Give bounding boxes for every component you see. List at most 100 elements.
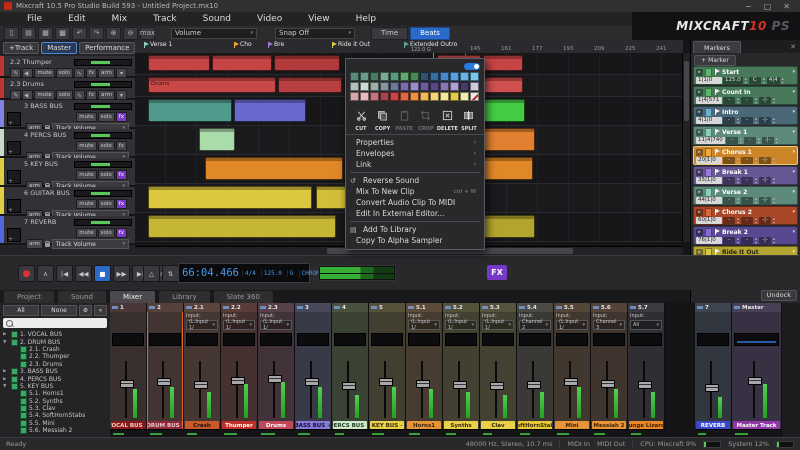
input-select[interactable]: All▾ bbox=[630, 320, 662, 330]
spinner-icon[interactable]: ▴▾ bbox=[736, 217, 740, 224]
track-checkbox[interactable] bbox=[20, 346, 27, 353]
chevron-down-icon[interactable]: ▾ bbox=[792, 109, 795, 115]
expand-marker-icon[interactable]: ▸ bbox=[696, 229, 703, 236]
audio-clip[interactable] bbox=[483, 55, 523, 71]
track-checkbox[interactable] bbox=[20, 405, 27, 412]
channel-fx-slot[interactable] bbox=[482, 333, 514, 346]
tree-item-5-4-softhornstabs[interactable]: 5.4. SoftHornStabs bbox=[3, 412, 110, 419]
collapse-panel-icon[interactable]: « bbox=[94, 305, 107, 316]
timeline-vertical-scrollbar[interactable] bbox=[682, 53, 690, 242]
solo-button[interactable]: solo bbox=[98, 170, 115, 180]
track-checkbox[interactable] bbox=[20, 361, 27, 368]
marker-signature-field[interactable]: -|- bbox=[759, 197, 771, 204]
track-volume-slider[interactable] bbox=[74, 219, 132, 226]
channel-fx-slot[interactable] bbox=[408, 333, 440, 346]
fx-button[interactable]: fx bbox=[86, 90, 97, 100]
mute-button[interactable]: mute bbox=[76, 199, 96, 209]
color-swatch[interactable] bbox=[380, 92, 389, 101]
channel-fx-slot[interactable] bbox=[149, 333, 181, 346]
channel-fx-slot[interactable] bbox=[112, 333, 144, 346]
marker-key-field[interactable]: - bbox=[741, 157, 753, 164]
mute-button[interactable]: mute bbox=[34, 90, 54, 100]
color-swatch[interactable] bbox=[440, 72, 449, 81]
fader-handle[interactable] bbox=[490, 382, 504, 390]
fader-handle[interactable] bbox=[416, 380, 430, 388]
color-swatch[interactable] bbox=[450, 92, 459, 101]
color-swatch[interactable] bbox=[410, 92, 419, 101]
speaker-icon[interactable] bbox=[22, 90, 33, 100]
chevron-down-icon[interactable]: ▾ bbox=[792, 169, 795, 175]
arm-button[interactable]: arm bbox=[26, 239, 43, 249]
menu-item-reverse-sound[interactable]: ↺Reverse Sound bbox=[346, 175, 484, 186]
marker-tempo-field[interactable]: - bbox=[723, 157, 735, 164]
tab-library[interactable]: Library bbox=[159, 291, 209, 303]
marker-key-field[interactable]: - bbox=[741, 117, 753, 124]
time-display[interactable]: 66:04.466 4/4 125.0 G CHROM bbox=[178, 263, 310, 283]
rewind-button[interactable]: ◀◀ bbox=[75, 265, 92, 282]
solo-button[interactable]: solo bbox=[98, 199, 115, 209]
bus-expand-icon[interactable]: + bbox=[144, 423, 145, 429]
cut-button[interactable]: CUT bbox=[351, 106, 371, 132]
gear-icon[interactable]: ⚙ bbox=[79, 305, 92, 316]
fader-handle[interactable] bbox=[748, 377, 762, 385]
save-icon[interactable]: ▦ bbox=[38, 27, 53, 40]
marker-tempo-field[interactable]: - bbox=[723, 97, 735, 104]
marker-color-chip[interactable] bbox=[705, 188, 712, 197]
metronome-button[interactable]: △ bbox=[143, 265, 160, 282]
chevron-down-icon[interactable]: ▾ bbox=[116, 90, 127, 100]
spinner-icon[interactable]: ▴▾ bbox=[754, 217, 758, 224]
solo-button[interactable]: solo bbox=[56, 90, 73, 100]
select-none-button[interactable]: None bbox=[41, 305, 77, 316]
spinner-icon[interactable]: ▴▾ bbox=[772, 217, 776, 224]
marker-key-field[interactable]: - bbox=[741, 197, 753, 204]
undo-icon[interactable]: ↶ bbox=[72, 27, 87, 40]
delete-button[interactable]: DELETE bbox=[437, 106, 457, 132]
bus-expand-icon[interactable]: + bbox=[366, 423, 367, 429]
clip-lock-toggle[interactable] bbox=[464, 63, 480, 70]
mixer-strip-key-bus[interactable]: 5KEY BUS- bbox=[369, 303, 406, 437]
expand-marker-icon[interactable]: ▸ bbox=[696, 69, 703, 76]
color-swatch[interactable] bbox=[360, 92, 369, 101]
marker-card-count-in[interactable]: ▸Count In▾1|4|571-▴▾-▴▾-|-▴▾ bbox=[693, 86, 798, 105]
menu-item-add-to-library[interactable]: ▤Add To Library bbox=[346, 224, 484, 235]
menu-item-convert-audio-clip-to-midi[interactable]: Convert Audio Clip To MIDI bbox=[346, 197, 484, 208]
tree-item-5-5-mini[interactable]: 5.5. Mini bbox=[3, 420, 110, 427]
menu-item-mix-to-new-clip[interactable]: Mix To New Clipctrl + W bbox=[346, 186, 484, 197]
expand-marker-icon[interactable]: ▸ bbox=[696, 209, 703, 216]
mixer-strip-lounge-lizard-s[interactable]: 5.7Input:All▾Lounge Lizard S bbox=[628, 303, 665, 437]
beats-mode-button[interactable]: Beats bbox=[410, 27, 450, 40]
marker-color-chip[interactable] bbox=[705, 88, 712, 97]
mute-button[interactable]: mute bbox=[76, 170, 96, 180]
mixer-strip-synths[interactable]: 5.2Input:(L.Input 1/▾Synths bbox=[443, 303, 480, 437]
fader-handle[interactable] bbox=[638, 381, 652, 389]
speaker-icon[interactable] bbox=[22, 68, 33, 78]
menu-item-properties[interactable]: Properties› bbox=[346, 137, 484, 148]
chevron-down-icon[interactable]: ▾ bbox=[792, 129, 795, 135]
spinner-icon[interactable]: ▴▾ bbox=[744, 77, 748, 84]
search-box[interactable] bbox=[3, 318, 107, 328]
mixer-strip-master-track[interactable]: MasterMaster Track bbox=[732, 303, 782, 437]
menu-item-mix[interactable]: Mix bbox=[99, 14, 141, 24]
mix-down-icon[interactable]: ▩ bbox=[55, 27, 70, 40]
spinner-icon[interactable]: ▴▾ bbox=[754, 157, 758, 164]
tree-item-5-key-bus[interactable]: ▼5. KEY BUS bbox=[3, 383, 110, 390]
timeline-ruler[interactable]: 145161177193209225241Verse 1ChoBreRide i… bbox=[135, 40, 683, 54]
open-project-icon[interactable]: ▤ bbox=[21, 27, 36, 40]
expand-marker-icon[interactable]: ▸ bbox=[696, 109, 703, 116]
fader-handle[interactable] bbox=[305, 378, 319, 386]
marker-key-field[interactable]: C bbox=[749, 77, 761, 84]
spinner-icon[interactable]: ▴▾ bbox=[736, 117, 740, 124]
input-select[interactable]: (L.Input 1/▾ bbox=[482, 320, 514, 330]
time-signature-value[interactable]: 4/4 bbox=[242, 270, 258, 277]
spinner-icon[interactable]: ▴▾ bbox=[772, 157, 776, 164]
fx-button[interactable]: fx bbox=[116, 112, 127, 122]
fx-button[interactable]: fx bbox=[116, 170, 127, 180]
track-checkbox[interactable] bbox=[20, 420, 27, 427]
marker-color-chip[interactable] bbox=[705, 148, 712, 157]
marker-card-break-1[interactable]: ▸Break 1▾35|1|0-▴▾-▴▾-|-▴▾ bbox=[693, 166, 798, 185]
audio-clip[interactable] bbox=[148, 55, 210, 71]
mute-button[interactable]: mute bbox=[76, 112, 96, 122]
edit-pencil-icon[interactable]: ✎ bbox=[10, 68, 21, 78]
fader-handle[interactable] bbox=[453, 381, 467, 389]
menu-item-sound[interactable]: Sound bbox=[190, 14, 244, 24]
